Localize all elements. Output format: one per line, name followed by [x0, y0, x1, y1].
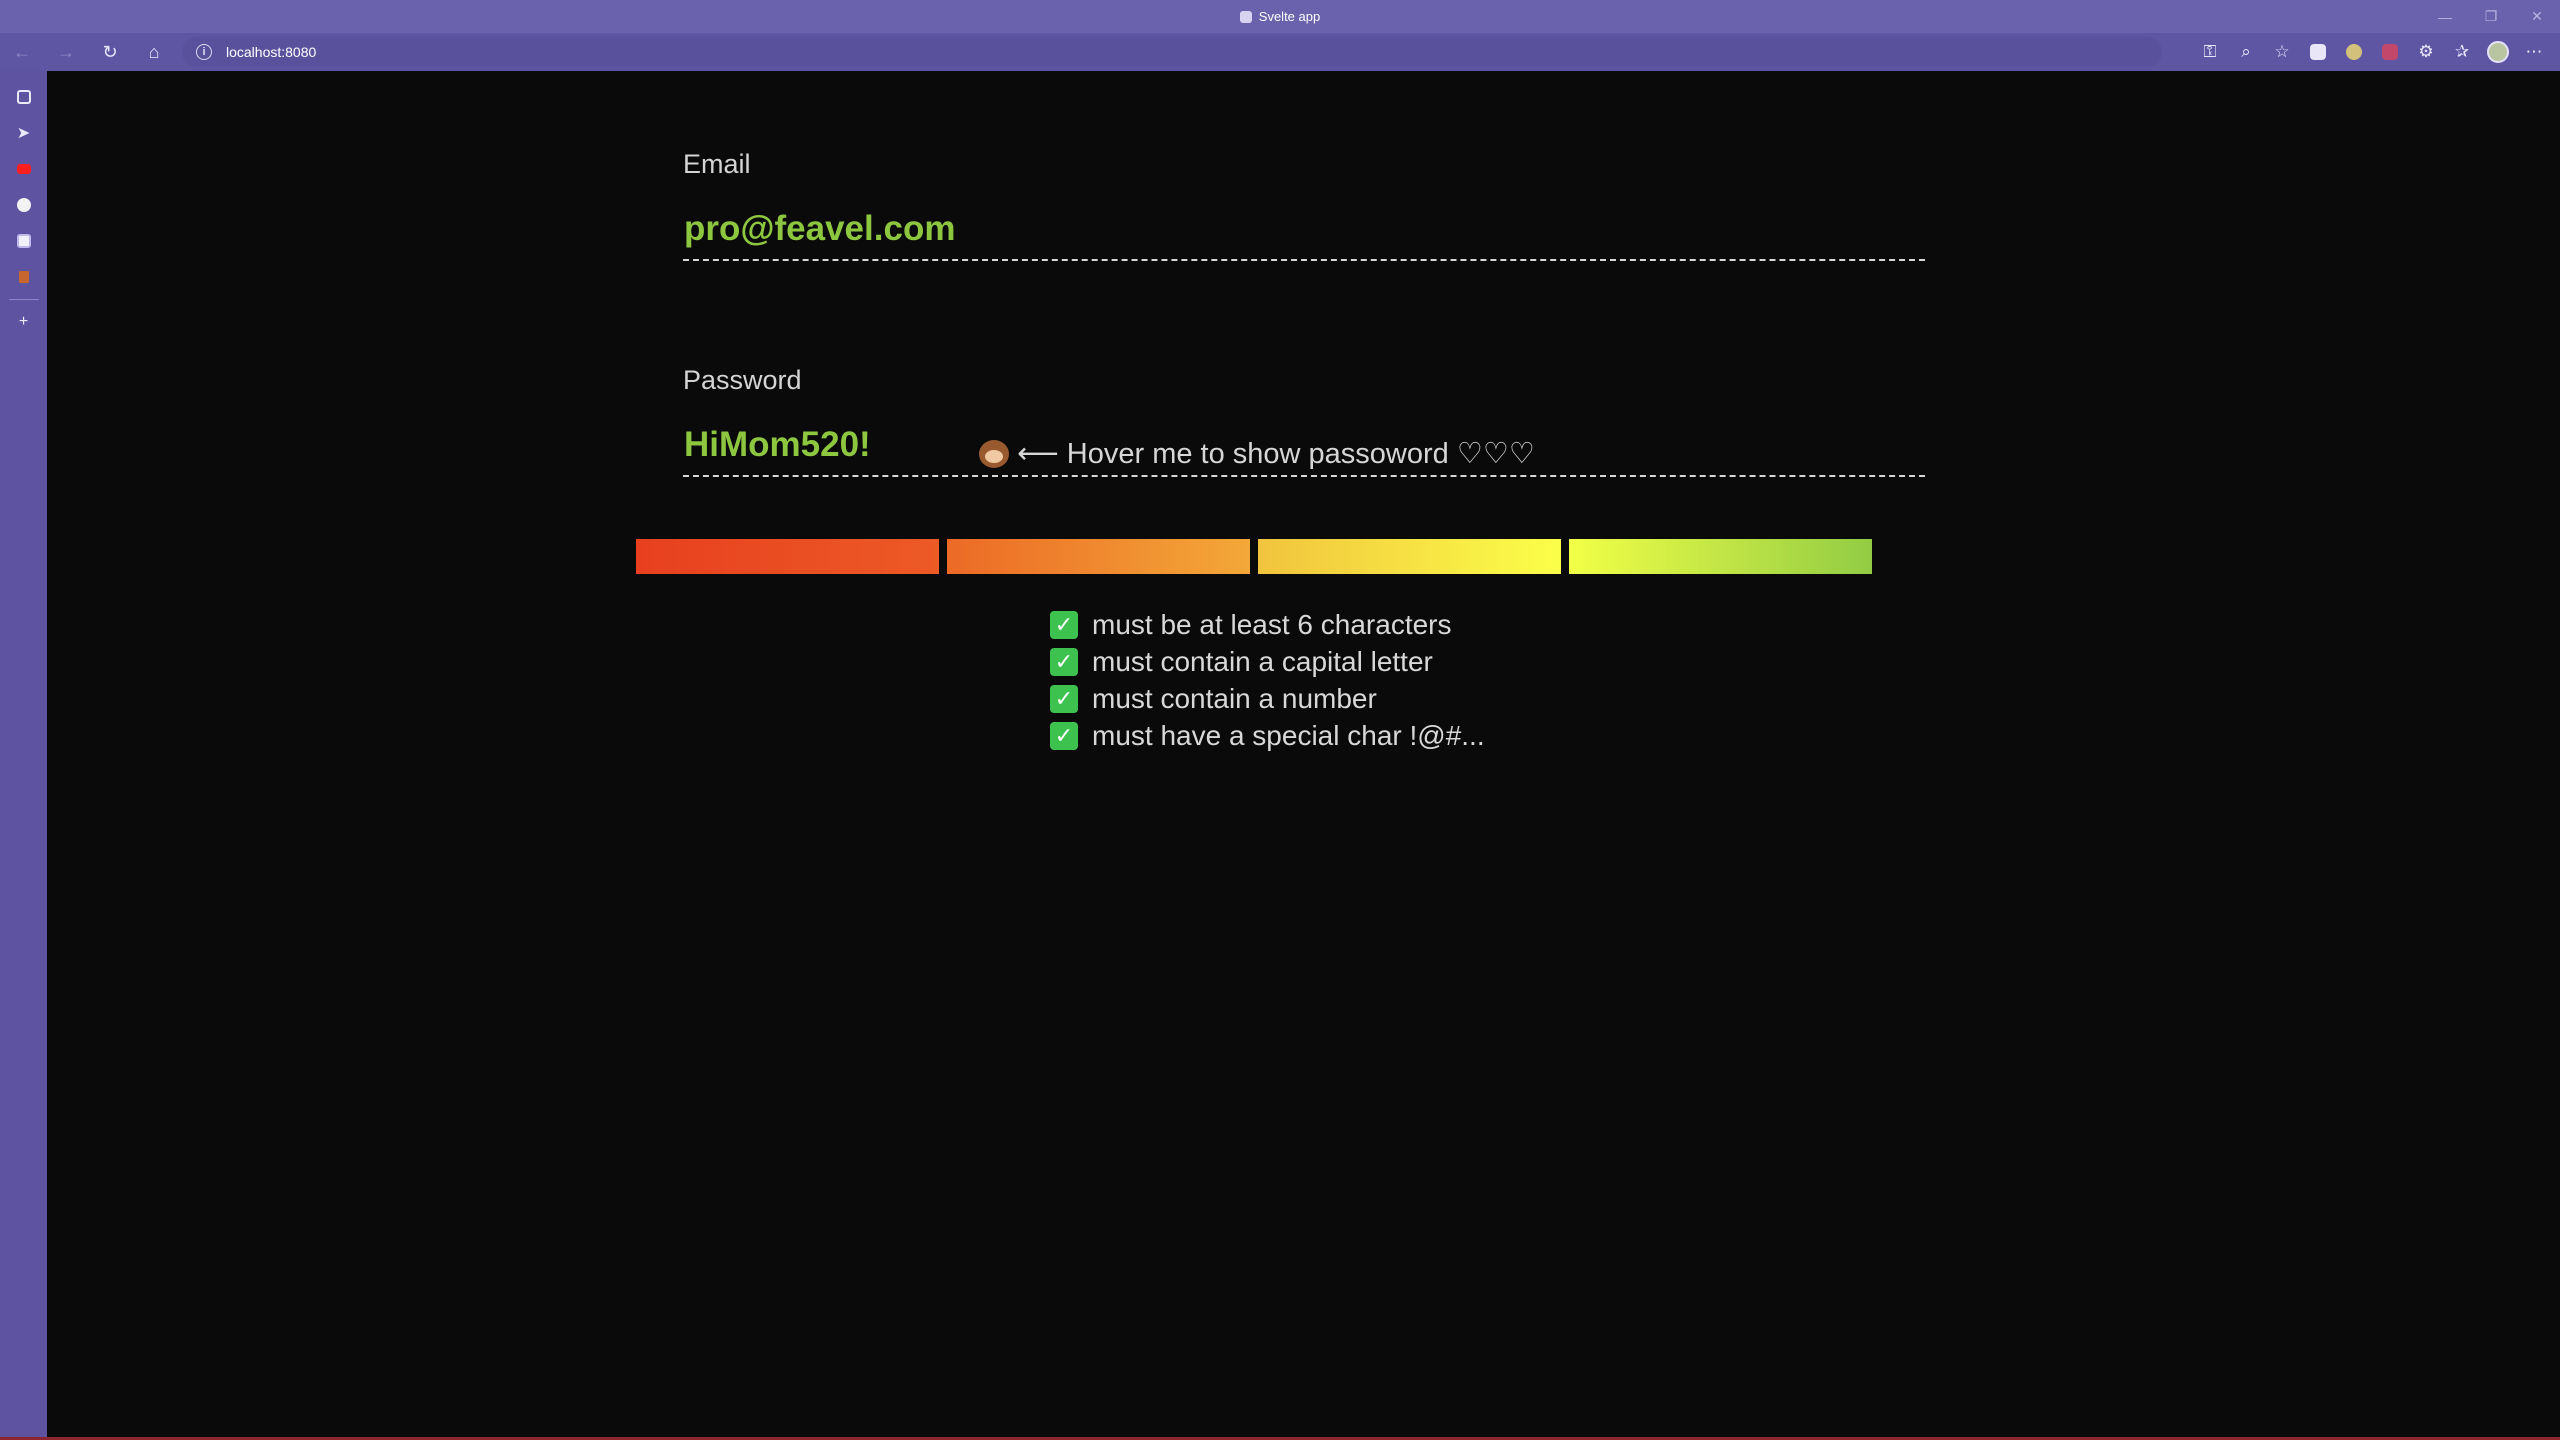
restore-button[interactable]: ❐	[2468, 0, 2514, 33]
browser-toolbar: ← → ↻ ⌂ i localhost:8080 ⚿ ⌕ ☆ ⚙ ✰ ⋯	[0, 33, 2560, 71]
rule-text: must be at least 6 characters	[1092, 608, 1452, 640]
key-icon[interactable]: ⚿	[2192, 33, 2228, 71]
browser-sidebar: ➤ +	[0, 71, 47, 1440]
password-rules-list: ✓ must be at least 6 characters ✓ must c…	[1050, 606, 1485, 754]
hint-text[interactable]: ⟵ Hover me to show passoword ♡♡♡	[1017, 438, 1535, 470]
url-text[interactable]: localhost:8080	[226, 44, 316, 60]
strength-segment	[1258, 539, 1561, 574]
extensions-icon[interactable]: ⚙	[2408, 33, 2444, 71]
email-input[interactable]: pro@feavel.com	[683, 209, 1975, 253]
rule-item: ✓ must have a special char !@#...	[1050, 717, 1485, 754]
email-underline	[683, 259, 1925, 261]
github-icon[interactable]	[0, 187, 47, 223]
back-button[interactable]: ←	[0, 33, 44, 71]
rule-text: must have a special char !@#...	[1092, 719, 1485, 751]
sidebar-divider	[8, 299, 39, 300]
youtube-icon[interactable]	[0, 151, 47, 187]
extension-2-icon[interactable]	[2336, 33, 2372, 71]
address-bar[interactable]: i localhost:8080	[182, 37, 2162, 67]
monkey-icon[interactable]	[979, 440, 1010, 468]
toolbar-icons: ⚿ ⌕ ☆ ⚙ ✰ ⋯	[2192, 33, 2552, 71]
email-group: Email pro@feavel.com	[683, 149, 1975, 261]
window-controls: — ❐ ✕	[2422, 0, 2560, 33]
window-titlebar: Svelte app — ❐ ✕	[0, 0, 2560, 33]
rule-text: must contain a capital letter	[1092, 645, 1433, 677]
checkmark-icon: ✓	[1050, 684, 1078, 713]
close-button[interactable]: ✕	[2514, 0, 2560, 33]
send-icon[interactable]: ➤	[0, 115, 47, 151]
home-button[interactable]: ⌂	[132, 33, 176, 71]
show-password-toggle[interactable]: ⟵ Hover me to show passoword ♡♡♡	[636, 436, 1878, 471]
svelte-app-icon[interactable]	[0, 223, 47, 259]
checkmark-icon: ✓	[1050, 647, 1078, 676]
email-label: Email	[683, 149, 751, 179]
extension-3-icon[interactable]	[2372, 33, 2408, 71]
rule-item: ✓ must be at least 6 characters	[1050, 606, 1485, 643]
page-content: Email pro@feavel.com Password HiMom520!	[47, 71, 2560, 1437]
profile-avatar[interactable]	[2480, 33, 2516, 71]
strength-segment	[636, 539, 939, 574]
checkmark-icon: ✓	[1050, 610, 1078, 639]
strength-segment	[947, 539, 1250, 574]
zoom-icon[interactable]: ⌕	[2228, 33, 2264, 71]
rule-item: ✓ must contain a capital letter	[1050, 643, 1485, 680]
more-menu-icon[interactable]: ⋯	[2516, 33, 2552, 71]
password-strength-meter	[636, 539, 1872, 574]
app-icon[interactable]	[0, 259, 47, 295]
strength-segment	[1569, 539, 1872, 574]
forward-button[interactable]: →	[44, 33, 88, 71]
reload-button[interactable]: ↻	[88, 33, 132, 71]
tab-manager-icon[interactable]	[0, 79, 47, 115]
signup-form: Email pro@feavel.com Password HiMom520!	[683, 149, 1975, 477]
password-label: Password	[683, 365, 802, 395]
site-info-icon[interactable]: i	[196, 44, 212, 60]
rule-text: must contain a number	[1092, 682, 1377, 714]
favorites-icon[interactable]: ✰	[2444, 33, 2480, 71]
svelte-favicon-icon	[1239, 10, 1252, 23]
rule-item: ✓ must contain a number	[1050, 680, 1485, 717]
favorite-add-icon[interactable]: ☆	[2264, 33, 2300, 71]
minimize-button[interactable]: —	[2422, 0, 2468, 33]
password-underline	[683, 475, 1925, 477]
extension-1-icon[interactable]	[2300, 33, 2336, 71]
add-icon[interactable]: +	[0, 304, 47, 340]
window-title: Svelte app	[1258, 9, 1321, 24]
checkmark-icon: ✓	[1050, 721, 1078, 750]
